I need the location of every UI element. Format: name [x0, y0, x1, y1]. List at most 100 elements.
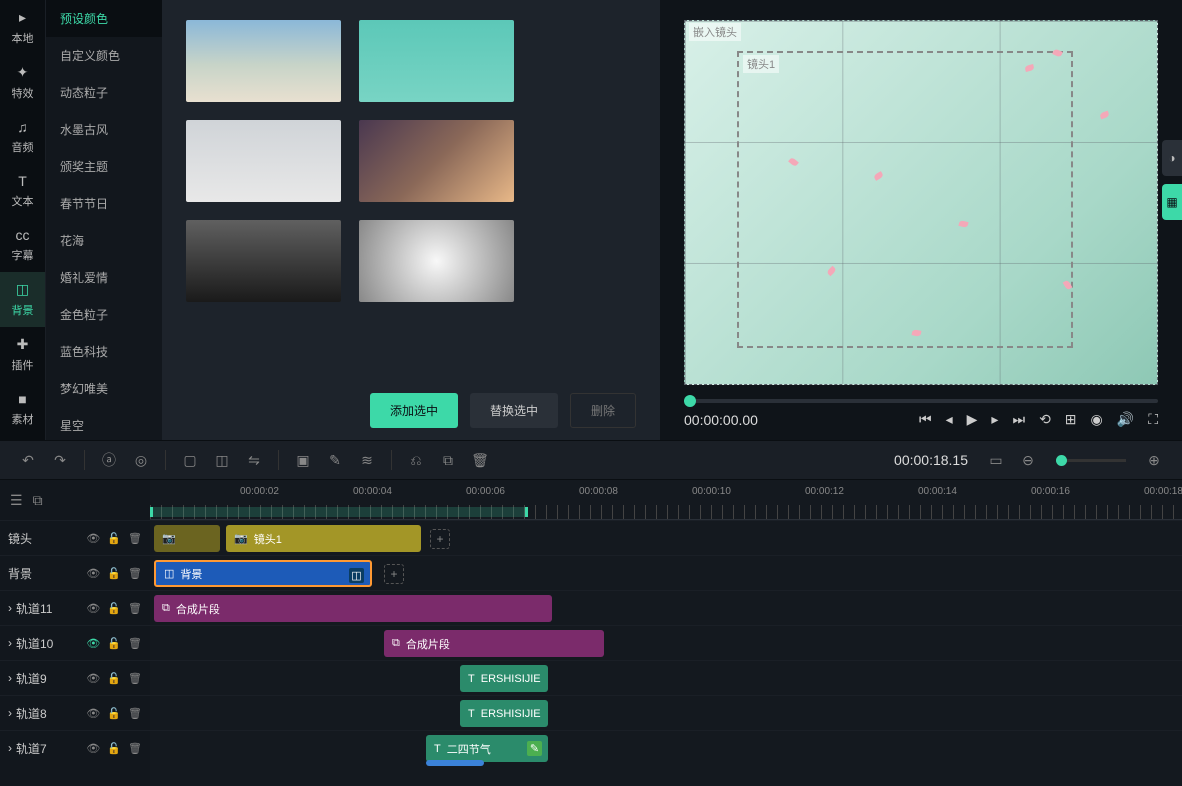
expand-icon[interactable]: › [8, 671, 12, 685]
category-item[interactable]: 自定义颜色 [46, 37, 162, 74]
asset-thumbnail[interactable] [186, 20, 341, 102]
asset-thumbnail[interactable] [186, 120, 341, 202]
snapshot-icon[interactable]: ◉ [1091, 411, 1103, 428]
asset-thumbnail[interactable] [359, 220, 514, 302]
track-track7[interactable]: T 二四节气 ✎ [150, 730, 1182, 765]
clip-shots[interactable]: 📷 镜头1 [226, 525, 421, 552]
add-selected-button[interactable]: 添加选中 [370, 393, 458, 428]
nav-tab-effects[interactable]: ✦ 特效 [0, 55, 45, 110]
goto-end-icon[interactable]: ⏭ [1012, 411, 1025, 428]
delete-track-icon[interactable]: 🗑 [128, 707, 142, 720]
inner-frame[interactable]: 镜头1 [737, 51, 1073, 348]
delete-button[interactable]: 删除 [570, 393, 636, 428]
nav-tab-background[interactable]: ◫ 背景 [0, 272, 45, 327]
category-item[interactable]: 动态粒子 [46, 74, 162, 111]
clip-track11[interactable]: ⧉ 合成片段 [154, 595, 552, 622]
track-track10[interactable]: ⧉ 合成片段 [150, 625, 1182, 660]
trash-icon[interactable]: 🗑 [466, 446, 494, 474]
zoom-slider[interactable] [1056, 459, 1126, 462]
asset-thumbnail[interactable] [186, 220, 341, 302]
grid-icon[interactable]: ⊞ [1065, 411, 1077, 428]
track-shots[interactable]: 📷 📷 镜头1 + [150, 520, 1182, 555]
category-item[interactable]: 花海 [46, 222, 162, 259]
expand-icon[interactable]: › [8, 636, 12, 650]
goto-start-icon[interactable]: ⏮ [919, 411, 932, 428]
category-item[interactable]: 预设颜色 [46, 0, 162, 37]
delete-track-icon[interactable]: 🗑 [128, 742, 142, 755]
step-forward-icon[interactable]: ▸ [991, 411, 998, 428]
delete-track-icon[interactable]: 🗑 [128, 567, 142, 580]
loop-icon[interactable]: ⟲ [1039, 411, 1051, 428]
nav-tab-audio[interactable]: ♫ 音频 [0, 110, 45, 164]
mirror-icon[interactable]: ⇋ [240, 446, 268, 474]
volume-icon[interactable]: 🔊 [1117, 411, 1134, 428]
zoom-in-icon[interactable]: ⊕ [1140, 446, 1168, 474]
expand-icon[interactable]: › [8, 706, 12, 720]
add-clip-button[interactable]: + [430, 529, 450, 549]
preview-scrubber[interactable] [684, 399, 1158, 403]
undo-icon[interactable]: ↶ [14, 446, 42, 474]
track-track8[interactable]: T ERSHISIJIE [150, 695, 1182, 730]
edit-icon[interactable]: ✎ [321, 446, 349, 474]
dup-icon[interactable]: ⧉ [33, 492, 43, 509]
lock-track-icon[interactable]: 🔓 [107, 637, 121, 650]
lock-track-icon[interactable]: 🔓 [107, 567, 121, 580]
scrubber-handle[interactable] [684, 395, 696, 407]
clip-track8[interactable]: T ERSHISIJIE [460, 700, 548, 727]
timeline-ruler[interactable]: 00:00:0200:00:0400:00:0600:00:0800:00:10… [150, 480, 1182, 520]
step-back-icon[interactable]: ◂ [946, 411, 953, 428]
track-area[interactable]: 00:00:0200:00:0400:00:0600:00:0800:00:10… [150, 480, 1182, 786]
category-item[interactable]: 梦幻唯美 [46, 370, 162, 407]
side-tab-2[interactable]: ▦ [1162, 184, 1182, 220]
category-item[interactable]: 婚礼爱情 [46, 259, 162, 296]
lock-track-icon[interactable]: 🔓 [107, 532, 121, 545]
category-item[interactable]: 星空 [46, 407, 162, 440]
asset-thumbnail[interactable] [359, 20, 514, 102]
lock-track-icon[interactable]: 🔓 [107, 742, 121, 755]
mask-icon[interactable]: ▣ [289, 446, 317, 474]
visibility-icon[interactable]: 👁 [86, 532, 100, 545]
side-tab-1[interactable]: ◑ [1162, 140, 1182, 176]
lock-icon[interactable]: ⎌ [402, 446, 430, 474]
nav-tab-subtitle[interactable]: cc 字幕 [0, 218, 45, 272]
magnet-icon[interactable]: ⓐ [95, 446, 123, 474]
replace-selected-button[interactable]: 替换选中 [470, 393, 558, 428]
crop-icon[interactable]: ◫ [208, 446, 236, 474]
track-track11[interactable]: ⧉ 合成片段 [150, 590, 1182, 625]
clip-shots[interactable]: 📷 [154, 525, 220, 552]
copy-icon[interactable]: ⧉ [434, 446, 462, 474]
nav-tab-local[interactable]: ▸ 本地 [0, 0, 45, 55]
layers-icon[interactable]: ≋ [353, 446, 381, 474]
track-background[interactable]: ◫ 背景 ◫ + [150, 555, 1182, 590]
category-item[interactable]: 颁奖主题 [46, 148, 162, 185]
delete-track-icon[interactable]: 🗑 [128, 532, 142, 545]
split-icon[interactable]: ▢ [176, 446, 204, 474]
target-icon[interactable]: ◎ [127, 446, 155, 474]
delete-track-icon[interactable]: 🗑 [128, 672, 142, 685]
asset-thumbnail[interactable] [359, 120, 514, 202]
clip-track7[interactable] [426, 760, 484, 766]
category-item[interactable]: 春节节日 [46, 185, 162, 222]
add-clip-button[interactable]: + [384, 564, 404, 584]
clip-background[interactable]: ◫ 背景 ◫ [154, 560, 372, 587]
range-icon[interactable]: ▭ [982, 446, 1010, 474]
zoom-out-icon[interactable]: ⊖ [1014, 446, 1042, 474]
redo-icon[interactable]: ↷ [46, 446, 74, 474]
lock-track-icon[interactable]: 🔓 [107, 672, 121, 685]
category-item[interactable]: 水墨古风 [46, 111, 162, 148]
visibility-icon[interactable]: 👁 [86, 602, 100, 615]
clip-track9[interactable]: T ERSHISIJIE [460, 665, 548, 692]
play-icon[interactable]: ▶ [967, 411, 978, 428]
visibility-icon[interactable]: 👁 [86, 742, 100, 755]
visibility-icon[interactable]: 👁 [86, 672, 100, 685]
delete-track-icon[interactable]: 🗑 [128, 602, 142, 615]
visibility-icon[interactable]: 👁 [86, 637, 100, 650]
track-track9[interactable]: T ERSHISIJIE [150, 660, 1182, 695]
nav-tab-plugin[interactable]: ✚ 插件 [0, 327, 45, 382]
lock-track-icon[interactable]: 🔓 [107, 602, 121, 615]
clip-track10[interactable]: ⧉ 合成片段 [384, 630, 604, 657]
visibility-icon[interactable]: 👁 [86, 707, 100, 720]
visibility-icon[interactable]: 👁 [86, 567, 100, 580]
category-item[interactable]: 金色粒子 [46, 296, 162, 333]
clip-track7[interactable]: T 二四节气 ✎ [426, 735, 548, 762]
